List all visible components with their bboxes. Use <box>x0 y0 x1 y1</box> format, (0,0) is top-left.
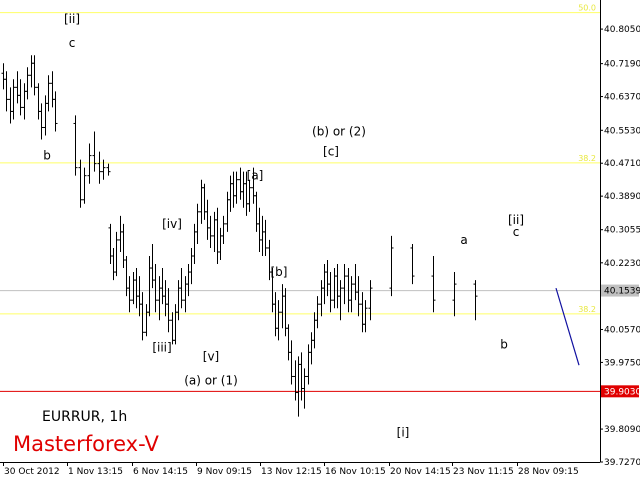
y-tick-label: 40.2230 <box>604 259 640 269</box>
current-price-tag-value: 40.1539 <box>604 287 640 297</box>
y-tick-label: 39.9750 <box>604 358 640 368</box>
x-tick-label: 30 Oct 2012 <box>4 467 60 477</box>
wave-label: (a) or (1) <box>184 373 238 387</box>
wave-label: [iii] <box>152 341 171 355</box>
y-tick-label: 40.8050 <box>604 25 640 35</box>
watermark: Masterforex-V <box>13 432 159 456</box>
y-tick-label: 39.8090 <box>604 425 640 435</box>
price-chart[interactable]: 50.0 38.2 38.2 [ii] c b [iv] [iii] [v] (a) or (1… <box>0 0 640 480</box>
wave-label: [b] <box>271 265 288 279</box>
wave-label: [i] <box>397 426 410 440</box>
y-tick-label: 40.3890 <box>604 192 640 202</box>
chart-canvas[interactable]: 50.0 38.2 38.2 [ii] c b [iv] [iii] [v] (a) or (1… <box>0 0 640 480</box>
support-price-tag-value: 39.9030 <box>604 387 640 397</box>
fibo-label: 50.0 <box>578 4 596 13</box>
x-tick-label: 16 Nov 10:15 <box>325 467 386 477</box>
wave-label: [v] <box>203 349 219 363</box>
x-tick-label: 6 Nov 14:15 <box>133 467 188 477</box>
chart-background <box>0 0 640 480</box>
support-price-tag: 39.9030 <box>601 385 640 398</box>
x-tick-label: 13 Nov 12:15 <box>261 467 322 477</box>
y-tick-label: 40.7190 <box>604 60 640 70</box>
x-tick-label: 23 Nov 11:15 <box>453 467 514 477</box>
wave-label: [c] <box>323 145 339 159</box>
wave-label: [iv] <box>162 217 182 231</box>
y-tick-label: 40.6370 <box>604 93 640 103</box>
x-tick-label: 9 Nov 09:15 <box>197 467 252 477</box>
wave-label: b <box>500 337 508 351</box>
y-tick-label: 39.7270 <box>604 458 640 468</box>
x-tick-label: 1 Nov 13:15 <box>68 467 123 477</box>
wave-label: [ii] <box>64 12 80 26</box>
chart-title: EURRUR, 1h <box>42 409 127 425</box>
wave-label: c <box>69 36 76 50</box>
fibo-label: 38.2 <box>578 154 596 163</box>
y-tick-label: 40.3055 <box>604 226 640 236</box>
y-tick-label: 40.4710 <box>604 159 640 169</box>
wave-label: (b) or (2) <box>312 125 366 139</box>
wave-label: c <box>513 225 520 239</box>
x-tick-label: 28 Nov 09:15 <box>518 467 579 477</box>
current-price-tag: 40.1539 <box>601 284 640 297</box>
wave-label: [a] <box>247 169 264 183</box>
y-tick-label: 40.5530 <box>604 126 640 136</box>
x-tick-label: 20 Nov 14:15 <box>390 467 451 477</box>
y-tick-label: 40.0570 <box>604 325 640 335</box>
wave-label: b <box>43 149 51 163</box>
fibo-label: 38.2 <box>578 305 596 314</box>
wave-label: a <box>460 233 467 247</box>
